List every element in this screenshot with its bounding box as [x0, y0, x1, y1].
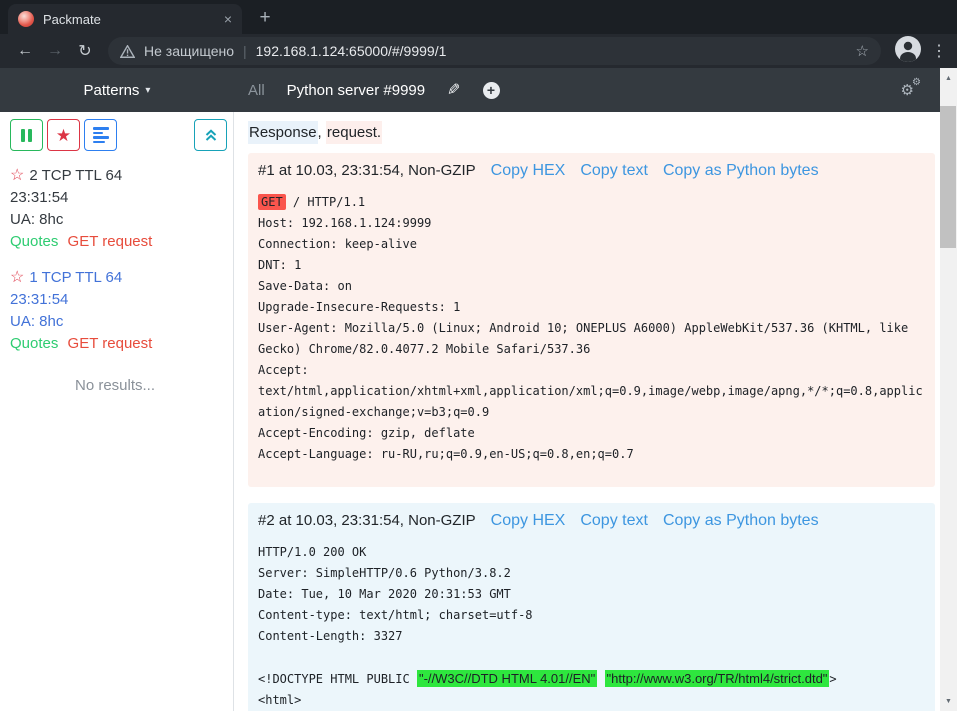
pattern-filter-bar: All Python server #9999 ✎ + [248, 68, 500, 112]
add-pattern-icon[interactable]: + [483, 82, 500, 99]
scrollbar-thumb[interactable] [940, 106, 956, 248]
packet-header: #2 at 10.03, 23:31:54, Non-GZIP Copy HEX… [258, 512, 925, 530]
tag-quotes: Quotes [10, 335, 58, 352]
filter-all[interactable]: All [248, 82, 265, 99]
screen: Packmate × + ← → ↻ Не защищено | 192.168… [0, 0, 957, 711]
stream-time: 23:31:54 [10, 187, 227, 209]
highlighted-text: request. [326, 121, 382, 144]
patterns-label: Patterns [84, 82, 140, 99]
stream-title: ☆1 TCP TTL 64 [10, 267, 227, 289]
stream-item[interactable]: ☆2 TCP TTL 64 23:31:54 UA: 8hc Quotes GE… [10, 165, 227, 253]
favorite-star-icon[interactable]: ☆ [10, 167, 24, 184]
url-separator: | [243, 43, 247, 59]
browser-menu-icon[interactable]: ⋮ [931, 41, 947, 61]
chevrons-up-icon [204, 128, 218, 142]
copy-python-bytes-link[interactable]: Copy as Python bytes [663, 512, 819, 530]
tab-title: Packmate [43, 12, 215, 27]
new-tab-button[interactable]: + [252, 5, 278, 31]
packet-body: HTTP/1.0 200 OK Server: SimpleHTTP/0.6 P… [258, 542, 925, 711]
copy-text-link[interactable]: Copy text [580, 162, 648, 180]
text-segment: HTTP/1.0 200 OK Server: SimpleHTTP/0.6 P… [258, 545, 533, 686]
settings-gears-icon[interactable]: ⚙ ⚙ [901, 81, 914, 100]
copy-hex-link[interactable]: Copy HEX [491, 162, 566, 180]
url-text[interactable]: 192.168.1.124:65000/#/9999/1 [256, 43, 447, 59]
highlighted-text: GET [258, 194, 286, 210]
packet-block-request: #1 at 10.03, 23:31:54, Non-GZIP Copy HEX… [248, 153, 935, 487]
filter-active-pattern[interactable]: Python server #9999 [287, 82, 425, 99]
highlighted-text: "-//W3C//DTD HTML 4.01//EN" [417, 670, 597, 687]
warning-triangle-icon [120, 45, 135, 58]
forward-icon[interactable]: → [40, 42, 70, 60]
patterns-menu[interactable]: Patterns ▾ [0, 68, 234, 112]
tag-get-request: GET request [68, 233, 153, 250]
stream-user-agent: UA: 8hc [10, 209, 227, 231]
favorites-filter-button[interactable]: ★ [47, 119, 80, 151]
packet-block-response: #2 at 10.03, 23:31:54, Non-GZIP Copy HEX… [248, 503, 935, 711]
lines-icon [93, 127, 109, 143]
chevron-down-icon: ▾ [145, 85, 150, 96]
pause-icon [21, 129, 32, 142]
no-results-label: No results... [10, 377, 220, 394]
packet-stream-view: Response, request. #1 at 10.03, 23:31:54… [234, 112, 940, 711]
app-navbar: Patterns ▾ All Python server #9999 ✎ + ⚙… [0, 68, 940, 112]
browser-toolbar: ← → ↻ Не защищено | 192.168.1.124:65000/… [0, 34, 957, 68]
collapse-sidebar-button[interactable] [194, 119, 227, 151]
packmate-favicon-icon [18, 11, 34, 27]
copy-text-link[interactable]: Copy text [580, 512, 648, 530]
text-segment: , [318, 124, 326, 141]
page-scrollbar[interactable]: ▲ ▼ [940, 68, 957, 711]
tab-close-icon[interactable]: × [224, 12, 232, 26]
copy-hex-link[interactable]: Copy HEX [491, 512, 566, 530]
packet-body: GET / HTTP/1.1 Host: 192.168.1.124:9999 … [258, 192, 925, 465]
pause-capture-button[interactable] [10, 119, 43, 151]
stream-tags: Quotes GET request [10, 231, 227, 253]
highlighted-text: "http://www.w3.org/TR/html4/strict.dtd" [605, 670, 830, 687]
stream-list-sidebar: ★ ☆2 TCP TTL 64 23:31:54 UA: 8hc Quotes [0, 112, 234, 711]
security-label: Не защищено [144, 43, 234, 59]
stream-user-agent: UA: 8hc [10, 311, 227, 333]
stream-time: 23:31:54 [10, 289, 227, 311]
address-bar[interactable]: Не защищено | 192.168.1.124:65000/#/9999… [108, 37, 881, 65]
highlighted-text: Response [248, 121, 318, 144]
scroll-up-icon[interactable]: ▲ [940, 75, 957, 82]
bookmark-star-icon[interactable]: ☆ [856, 42, 869, 60]
stream-item-selected[interactable]: ☆1 TCP TTL 64 23:31:54 UA: 8hc Quotes GE… [10, 267, 227, 355]
reload-icon[interactable]: ↻ [70, 41, 100, 61]
stream-title: ☆2 TCP TTL 64 [10, 165, 227, 187]
text-segment: / HTTP/1.1 Host: 192.168.1.124:9999 Conn… [258, 195, 923, 461]
copy-python-bytes-link[interactable]: Copy as Python bytes [663, 162, 819, 180]
profile-avatar-icon[interactable] [895, 36, 921, 67]
found-patterns-line: Response, request. [248, 124, 935, 141]
back-icon[interactable]: ← [10, 42, 40, 60]
stream-tags: Quotes GET request [10, 333, 227, 355]
list-filter-button[interactable] [84, 119, 117, 151]
scroll-down-icon[interactable]: ▼ [940, 698, 957, 705]
app-body: ★ ☆2 TCP TTL 64 23:31:54 UA: 8hc Quotes [0, 112, 940, 711]
packet-header: #1 at 10.03, 23:31:54, Non-GZIP Copy HEX… [258, 162, 925, 180]
browser-tab[interactable]: Packmate × [8, 4, 242, 34]
packet-id: #2 at 10.03, 23:31:54, Non-GZIP [258, 512, 476, 529]
packet-id: #1 at 10.03, 23:31:54, Non-GZIP [258, 162, 476, 179]
text-segment [597, 672, 604, 686]
tag-quotes: Quotes [10, 233, 58, 250]
favorite-star-icon[interactable]: ☆ [10, 269, 24, 286]
browser-tab-strip: Packmate × + [0, 0, 957, 34]
edit-pencil-icon[interactable]: ✎ [447, 80, 460, 100]
tag-get-request: GET request [68, 335, 153, 352]
